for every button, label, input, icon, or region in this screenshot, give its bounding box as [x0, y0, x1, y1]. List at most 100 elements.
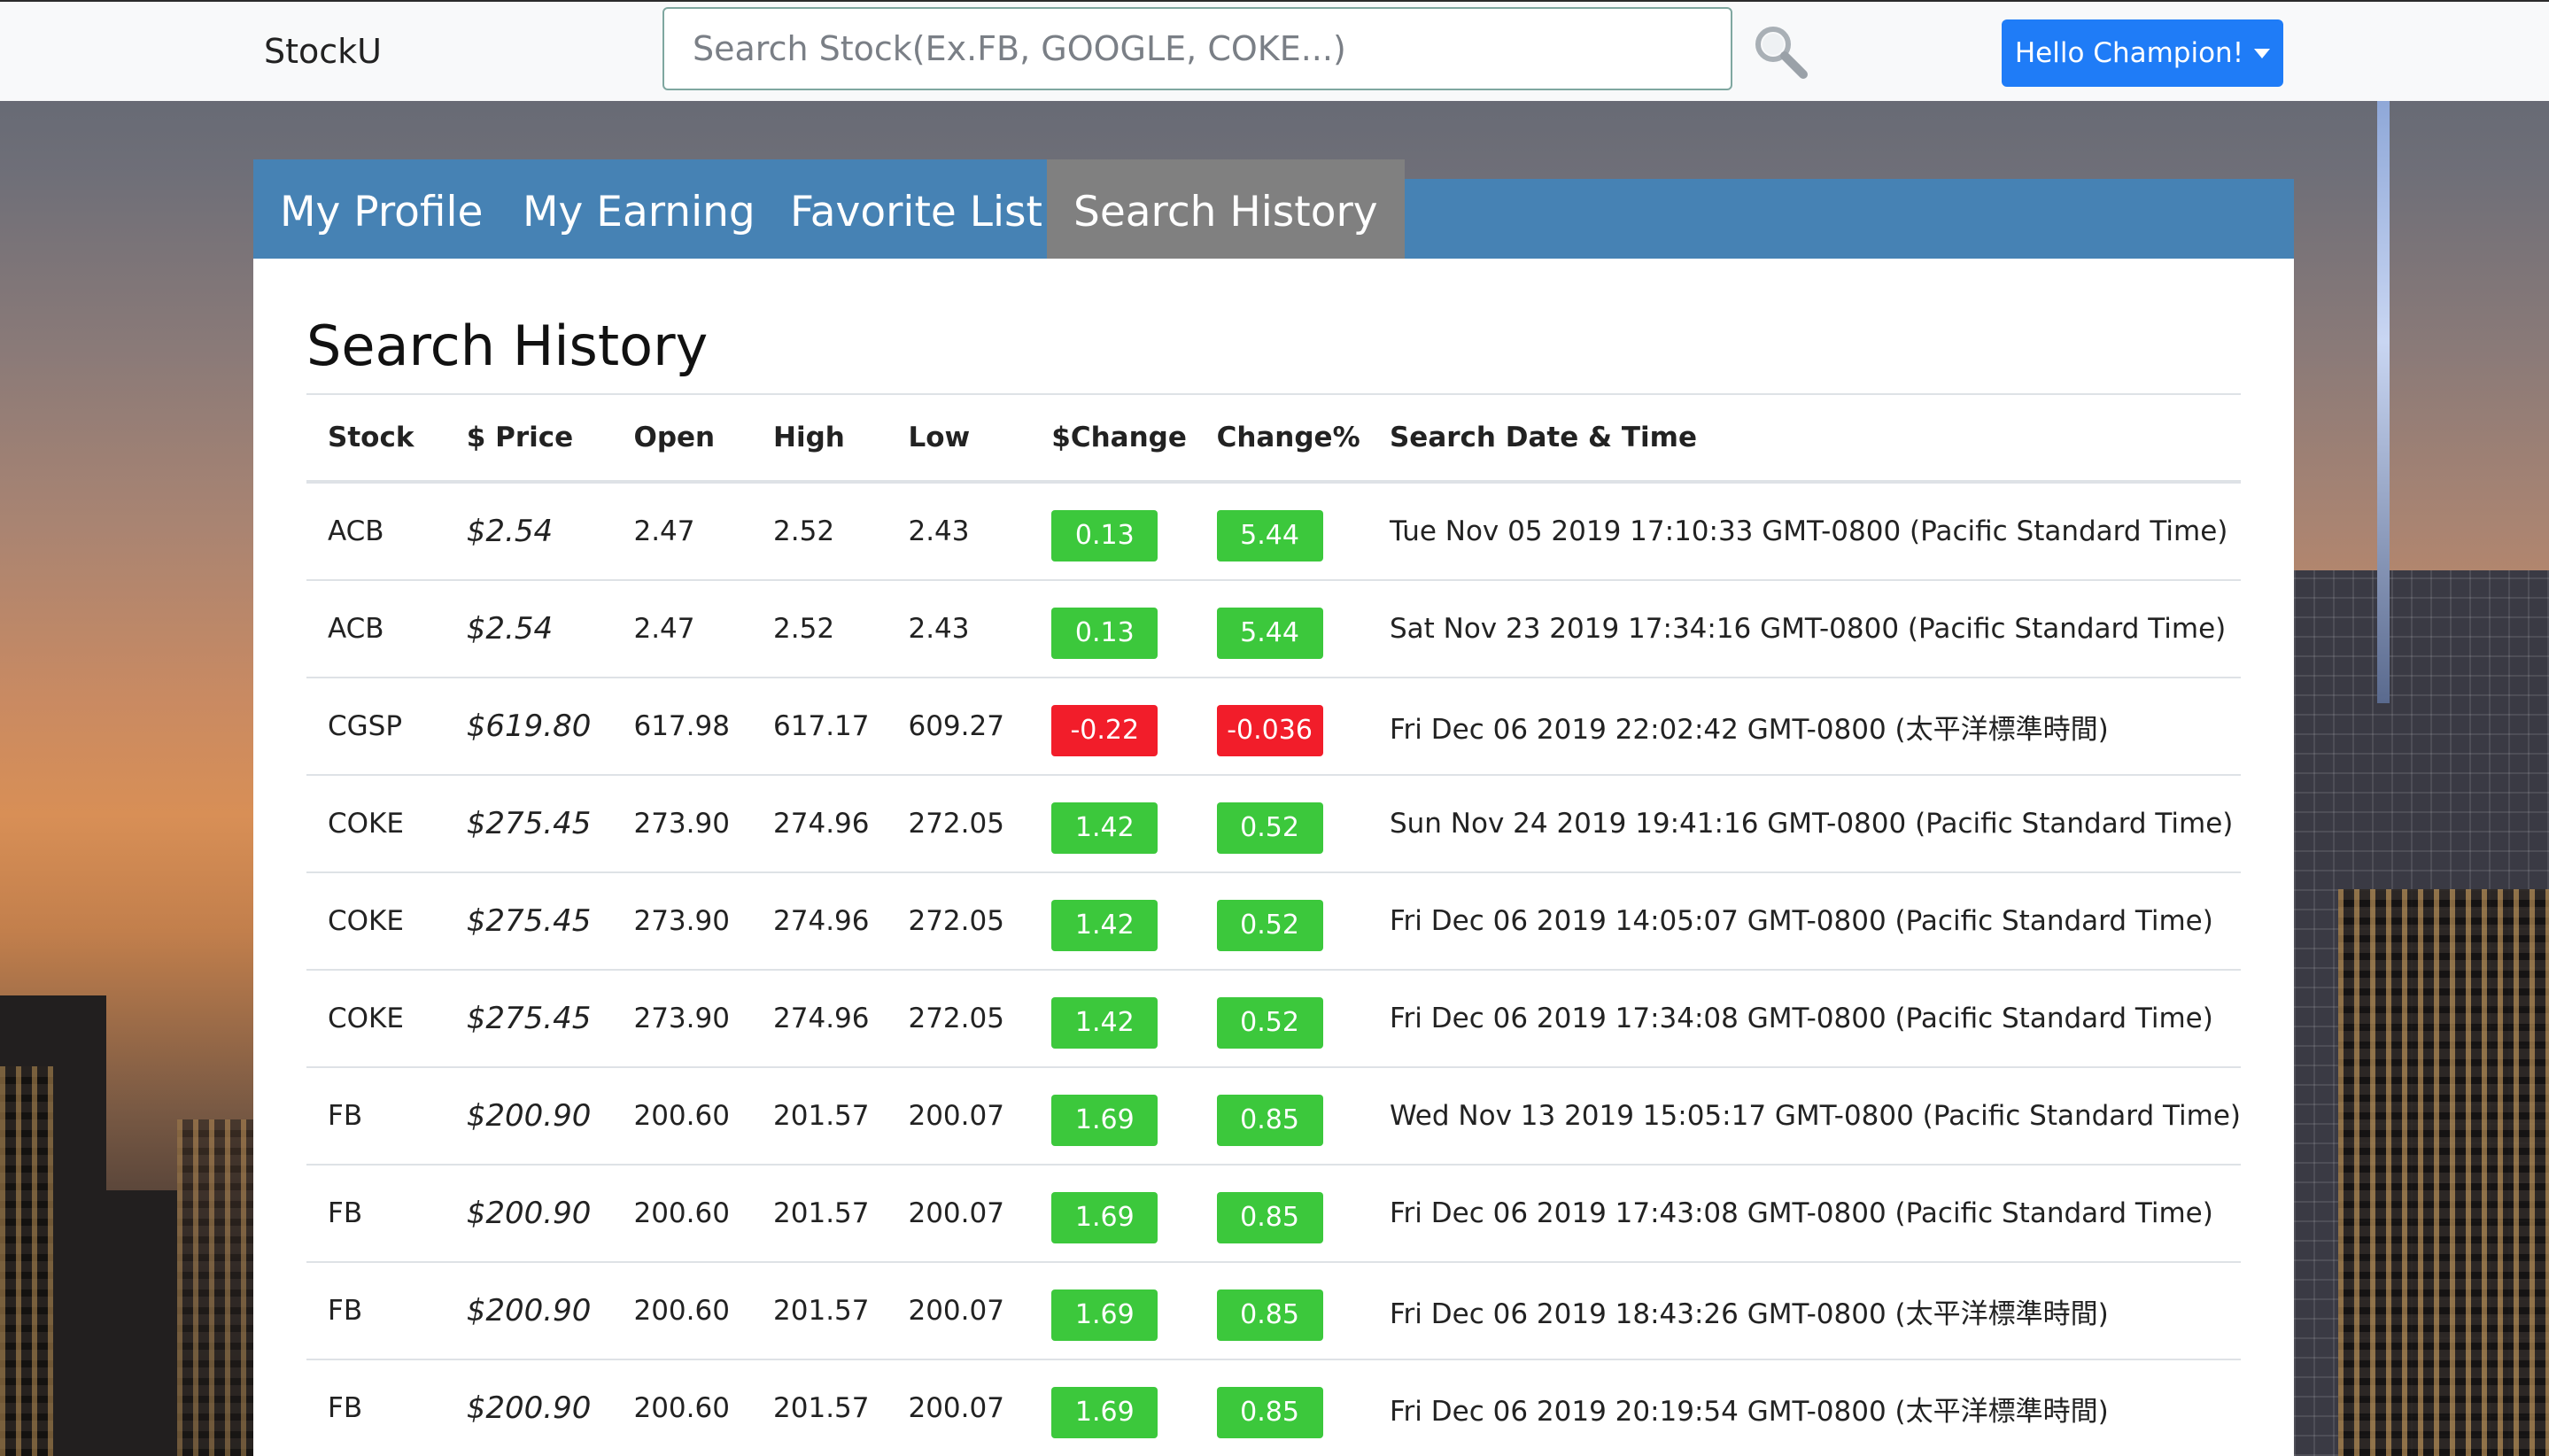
high-price: 274.96 [752, 775, 887, 873]
stock-price: $2.54 [445, 580, 613, 678]
column-header-stock: Stock [306, 393, 445, 484]
change-cell: 1.42 [1030, 775, 1196, 873]
open-price: 200.60 [612, 1359, 753, 1456]
change-pct-badge: 0.85 [1216, 1192, 1323, 1243]
change-badge: -0.22 [1051, 705, 1158, 756]
change-badge: 1.69 [1051, 1289, 1158, 1341]
stock-price: $2.54 [445, 482, 613, 581]
change-pct-cell: -0.036 [1195, 678, 1368, 776]
stock-price: $275.45 [445, 970, 613, 1068]
column-header-change: $Change [1030, 393, 1196, 484]
change-badge: 1.42 [1051, 997, 1158, 1049]
low-price: 200.07 [887, 1359, 1031, 1456]
stock-search-input[interactable] [662, 7, 1732, 90]
top-navbar: StockU Hello Champion! [0, 0, 2549, 101]
change-pct-badge: 0.85 [1216, 1095, 1323, 1146]
tab-search-history[interactable]: Search History [1047, 159, 1405, 259]
open-price: 273.90 [612, 775, 753, 873]
high-price: 201.57 [752, 1165, 887, 1263]
stock-price: $275.45 [445, 872, 613, 971]
table-row: COKE $275.45 273.90 274.96 272.05 1.42 0.52 Fri… [306, 872, 2241, 971]
table-row: FB $200.90 200.60 201.57 200.07 1.69 0.85 Fri D… [306, 1359, 2241, 1456]
open-price: 2.47 [612, 482, 753, 581]
content-card: Search History Stock $ Price Open High L… [253, 259, 2294, 1456]
building-silhouette [106, 1190, 177, 1456]
tab-favorite-list[interactable]: Favorite List [763, 159, 1069, 259]
high-price: 201.57 [752, 1359, 887, 1456]
low-price: 609.27 [887, 678, 1031, 776]
change-cell: 1.69 [1030, 1262, 1196, 1360]
high-price: 201.57 [752, 1067, 887, 1166]
change-pct-badge: -0.036 [1216, 705, 1323, 756]
user-menu-label: Hello Champion! [2014, 37, 2244, 69]
change-pct-badge: 0.52 [1216, 900, 1323, 951]
low-price: 2.43 [887, 580, 1031, 678]
open-price: 273.90 [612, 872, 753, 971]
change-pct-badge: 5.44 [1216, 510, 1323, 561]
high-price: 274.96 [752, 970, 887, 1068]
change-pct-badge: 0.52 [1216, 997, 1323, 1049]
stock-symbol: FB [306, 1067, 445, 1166]
low-price: 272.05 [887, 872, 1031, 971]
column-header-search-datetime: Search Date & Time [1367, 393, 2241, 484]
open-price: 617.98 [612, 678, 753, 776]
change-badge: 1.69 [1051, 1095, 1158, 1146]
search-history-table: Stock $ Price Open High Low $Change Chan… [306, 393, 2241, 1456]
stock-symbol: FB [306, 1359, 445, 1456]
stock-price: $200.90 [445, 1165, 613, 1263]
stock-symbol: COKE [306, 775, 445, 873]
change-badge: 1.69 [1051, 1387, 1158, 1438]
table-row: FB $200.90 200.60 201.57 200.07 1.69 0.85 Fri D… [306, 1262, 2241, 1360]
change-pct-cell: 0.85 [1195, 1067, 1368, 1166]
change-badge: 1.69 [1051, 1192, 1158, 1243]
page-title: Search History [306, 314, 709, 378]
building-silhouette [0, 1066, 53, 1456]
table-row: ACB $2.54 2.47 2.52 2.43 0.13 5.44 Sat Nov 23 2… [306, 580, 2241, 678]
open-price: 2.47 [612, 580, 753, 678]
stock-price: $275.45 [445, 775, 613, 873]
building-silhouette [2338, 889, 2549, 1456]
high-price: 2.52 [752, 580, 887, 678]
building-silhouette [2294, 570, 2549, 1456]
caret-down-icon [2254, 48, 2271, 58]
stock-symbol: CGSP [306, 678, 445, 776]
column-header-open: Open [612, 393, 753, 484]
change-cell: 1.69 [1030, 1067, 1196, 1166]
change-cell: 0.13 [1030, 580, 1196, 678]
search-datetime: Wed Nov 13 2019 15:05:17 GMT-0800 (Pacif… [1367, 1067, 2241, 1166]
change-cell: 1.42 [1030, 872, 1196, 971]
search-icon[interactable] [1752, 23, 1809, 80]
open-price: 200.60 [612, 1165, 753, 1263]
change-cell: 1.69 [1030, 1359, 1196, 1456]
stock-symbol: ACB [306, 482, 445, 581]
change-cell: 1.42 [1030, 970, 1196, 1068]
tab-my-profile[interactable]: My Profile [253, 159, 510, 259]
column-header-high: High [752, 393, 887, 484]
user-menu-button[interactable]: Hello Champion! [2002, 19, 2283, 87]
stock-price: $200.90 [445, 1359, 613, 1456]
change-pct-cell: 0.85 [1195, 1359, 1368, 1456]
brand-logo[interactable]: StockU [264, 32, 382, 71]
high-price: 201.57 [752, 1262, 887, 1360]
open-price: 200.60 [612, 1067, 753, 1166]
building-silhouette [0, 995, 106, 1456]
change-pct-badge: 0.85 [1216, 1387, 1323, 1438]
change-cell: 1.69 [1030, 1165, 1196, 1263]
low-price: 200.07 [887, 1067, 1031, 1166]
stock-price: $200.90 [445, 1262, 613, 1360]
table-row: ACB $2.54 2.47 2.52 2.43 0.13 5.44 Tue Nov 05 2… [306, 482, 2241, 581]
table-row: FB $200.90 200.60 201.57 200.07 1.69 0.85 Wed N… [306, 1067, 2241, 1166]
stock-symbol: COKE [306, 872, 445, 971]
tab-my-earning[interactable]: My Earning [496, 159, 782, 259]
search-datetime: Fri Dec 06 2019 20:19:54 GMT-0800 (太平洋標準… [1367, 1359, 2241, 1456]
table-row: COKE $275.45 273.90 274.96 272.05 1.42 0.52 Fri… [306, 970, 2241, 1068]
search-datetime: Fri Dec 06 2019 14:05:07 GMT-0800 (Pacif… [1367, 872, 2241, 971]
stock-symbol: FB [306, 1262, 445, 1360]
change-badge: 1.42 [1051, 802, 1158, 854]
table-row: FB $200.90 200.60 201.57 200.07 1.69 0.85 Fri D… [306, 1165, 2241, 1263]
stock-symbol: COKE [306, 970, 445, 1068]
change-badge: 0.13 [1051, 608, 1158, 659]
high-price: 617.17 [752, 678, 887, 776]
search-datetime: Fri Dec 06 2019 18:43:26 GMT-0800 (太平洋標準… [1367, 1262, 2241, 1360]
change-pct-cell: 0.52 [1195, 970, 1368, 1068]
